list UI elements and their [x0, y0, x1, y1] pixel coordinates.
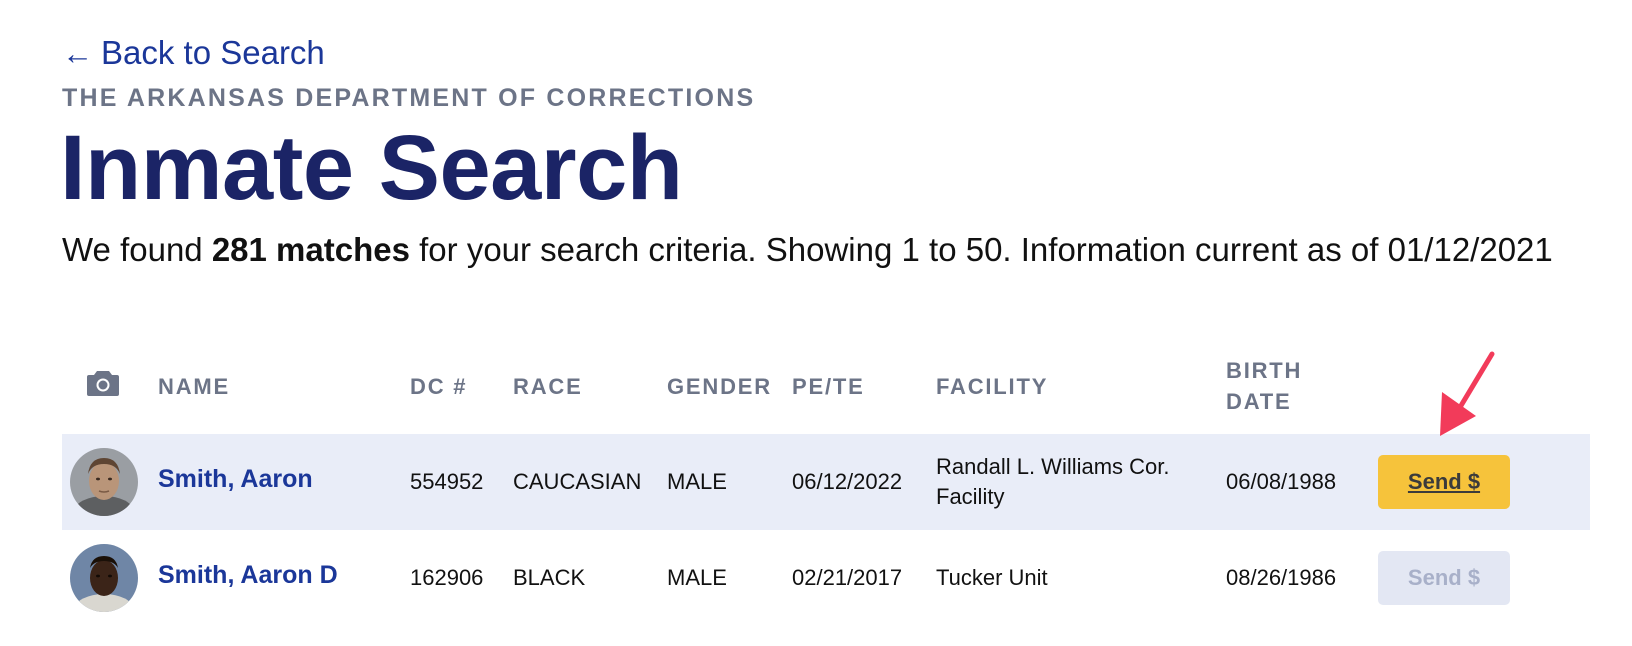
dc-number: 554952 [410, 469, 484, 494]
organization-name: THE ARKANSAS DEPARTMENT OF CORRECTIONS [62, 84, 756, 112]
birth-header-line1: BIRTH [1226, 358, 1303, 383]
column-header-dc: DC # [410, 374, 468, 399]
gender: MALE [667, 565, 727, 590]
birth-header-line2: DATE [1226, 389, 1292, 414]
facility: Tucker Unit [936, 565, 1048, 590]
summary-prefix: We found [62, 231, 212, 268]
page-title: Inmate Search [60, 117, 683, 219]
send-money-button[interactable]: Send $ [1378, 455, 1510, 509]
dc-number: 162906 [410, 565, 484, 590]
birth-date: 06/08/1988 [1226, 469, 1337, 494]
inmate-name-link[interactable]: Smith, Aaron [158, 465, 313, 494]
birth-date: 08/26/1986 [1226, 565, 1337, 590]
column-header-birth-date: BIRTH DATE [1226, 355, 1302, 417]
race: CAUCASIAN [513, 469, 642, 494]
facility-line1: Randall L. Williams Cor. [936, 454, 1170, 479]
camera-icon [87, 371, 119, 396]
match-count: 281 matches [211, 231, 410, 268]
column-header-pete: PE/TE [792, 374, 865, 399]
table-header: NAME DC # RACE GENDER PE/TE FACILITY BIR… [62, 355, 1592, 435]
race: BLACK [513, 565, 586, 590]
column-header-facility: FACILITY [936, 374, 1049, 399]
facility: Randall L. Williams Cor. Facility [936, 452, 1170, 512]
column-header-name: NAME [158, 374, 230, 399]
back-to-search-label: Back to Search [101, 34, 325, 71]
annotation-arrow-icon [1440, 351, 1495, 436]
column-header-race: RACE [513, 374, 583, 399]
table-row: Smith, Aaron 554952 CAUCASIAN MALE 06/12… [62, 434, 1590, 530]
back-to-search-link[interactable]: ← Back to Search [62, 34, 325, 72]
gender: MALE [667, 469, 727, 494]
table-row: Smith, Aaron D 162906 BLACK MALE 02/21/2… [62, 530, 1590, 626]
pe-te-date: 02/21/2017 [792, 565, 903, 590]
pe-te-date: 06/12/2022 [792, 469, 903, 494]
inmate-photo [70, 448, 138, 516]
column-header-gender: GENDER [667, 374, 772, 399]
send-money-button[interactable]: Send $ [1378, 551, 1510, 605]
inmate-photo [70, 544, 138, 612]
facility-line2: Facility [936, 484, 1005, 509]
results-summary: We found 281 matches for your search cri… [62, 225, 1562, 274]
summary-suffix: for your search criteria. Showing 1 to 5… [409, 231, 1553, 268]
arrow-left-icon: ← [62, 35, 93, 71]
inmate-name-link[interactable]: Smith, Aaron D [158, 561, 338, 590]
